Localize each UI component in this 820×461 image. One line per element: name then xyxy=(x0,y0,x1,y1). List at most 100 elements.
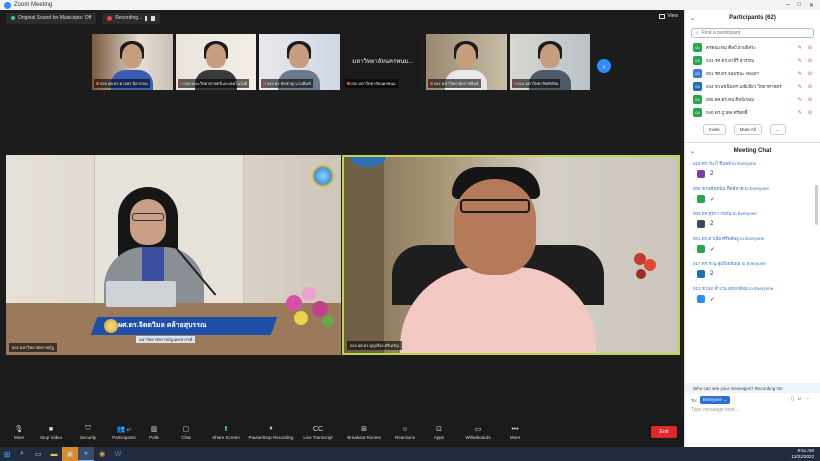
mic-muted-icon: ✎ xyxy=(797,57,802,64)
chat-message-text: ✓ xyxy=(710,196,716,203)
chat-header: ⌄ Meeting Chat xyxy=(685,143,820,159)
search-icon[interactable]: ⌕ xyxy=(14,447,30,461)
more-button[interactable]: ••• More xyxy=(500,423,530,441)
more-options-button[interactable]: ... xyxy=(769,124,786,135)
polls-icon: ▥ xyxy=(150,426,158,433)
avatar xyxy=(697,220,705,228)
participant-search-input[interactable]: ⌕ Find a participant xyxy=(691,28,814,38)
grid-view-icon xyxy=(659,13,666,19)
thumbnail-name: 040 คณะวิทยาศาสตร์และเทคโนโลยี xyxy=(177,79,249,88)
stop-recording-icon[interactable] xyxy=(151,15,156,21)
original-sound-toggle[interactable]: Original Sound for Musicians: Off xyxy=(6,12,97,24)
emoji-icon[interactable]: ☺ xyxy=(797,396,802,402)
chat-sender: 005 ชวนชัยชนัน ฟืตลีลาศ to Everyone xyxy=(693,185,769,191)
clock-date: 12/22/2022 xyxy=(791,454,814,459)
word-icon[interactable]: W xyxy=(110,447,126,461)
recording-icon: ⏸ xyxy=(269,425,273,432)
recording-indicator: Recording... xyxy=(102,12,161,24)
window-title: Zoom Meeting xyxy=(14,2,53,8)
close-icon[interactable]: ✕ xyxy=(809,2,814,9)
video-tile-active-speaker[interactable]: 003 ผศ.ดร.บุญเรือง ศรีเหรัญ xyxy=(342,155,680,355)
participant-thumbnail[interactable]: 028 ผศ.ดร.ดวงพร นิลวรรณ xyxy=(92,34,173,90)
toolbar-label: Whiteboards xyxy=(465,435,491,440)
participant-row[interactable]: 04 040 ดร.ภูวดล ศรีสุทธิ์ ✎ ⊘ xyxy=(685,106,820,119)
transcript-button[interactable]: CC Live Transcript xyxy=(296,423,340,441)
view-label: View xyxy=(667,13,678,19)
thumbnail-name: 044 ดร.ชัยชาญ นามพิมพ์ xyxy=(261,79,313,88)
pause-recording-icon[interactable] xyxy=(145,15,148,21)
task-view-icon[interactable]: ▭ xyxy=(30,447,46,461)
participant-row[interactable]: 0c ครคณะทมุ ศิลป์ ฝ่ายอิสระ ✎ ⊘ xyxy=(685,41,820,54)
chat-recipient: To: Everyone ⌄ xyxy=(691,396,731,404)
shield-button[interactable]: ⛉ Security xyxy=(70,423,106,440)
video-tile-left[interactable]: ผศ.ดร.จิตตวิมล คล้ายสุบรรณ มหาวิทยาลัยรา… xyxy=(6,155,341,355)
share-screen-button[interactable]: ⬆ Share Screen xyxy=(206,423,246,440)
thumbnail-display-name: มหาวิทยาลัยนครพนม... xyxy=(352,59,414,65)
view-button[interactable]: View xyxy=(659,13,678,19)
toolbar-label: Breakout Rooms xyxy=(347,435,381,440)
windows-start-icon[interactable]: ⊞ xyxy=(0,447,14,461)
video-off-icon: ⊘ xyxy=(807,70,812,77)
search-placeholder: Find a participant xyxy=(701,30,741,36)
participant-thumbnail[interactable]: 041 มหาวิทยาลัยกาฬสินธุ์ xyxy=(426,34,507,90)
taskbar-clock[interactable]: 9:51 AM 12/22/2022 xyxy=(791,448,820,460)
participant-thumbnail[interactable]: มหาวิทยาลัยนครพนม... 030 มหาวิทยาลัยนครพ… xyxy=(342,34,423,90)
more-icon[interactable]: ⋯ xyxy=(805,396,810,402)
filmstrip-next-button[interactable]: › xyxy=(597,59,611,73)
participant-thumbnail[interactable]: 014 มหาวิทยาลัยทักษิณ xyxy=(509,34,590,90)
recording-button[interactable]: ⏸ Pause/Stop Recording xyxy=(246,423,296,440)
maximize-icon[interactable]: □ xyxy=(797,2,801,9)
recording-label: Recording... xyxy=(115,15,143,21)
recipient-dropdown[interactable]: Everyone ⌄ xyxy=(700,396,731,404)
video-off-icon: ⊘ xyxy=(807,109,812,116)
participant-row[interactable]: 00 001 รศ.ดร.จอมชนะ ทองสา ✎ ⊘ xyxy=(685,67,820,80)
file-explorer-icon[interactable]: ▬ xyxy=(46,447,62,461)
chat-message: 013 ชวนจ ลำเวน สุทนาดีสม to Everyone ✓ xyxy=(693,284,820,306)
toolbar-label: More xyxy=(509,435,521,440)
mute-all-button[interactable]: Mute All xyxy=(733,124,762,135)
chat-message-input[interactable]: Type message here... xyxy=(691,407,739,413)
transcript-icon: CC xyxy=(312,425,324,433)
minimize-icon[interactable]: – xyxy=(786,2,789,9)
zoom-taskbar-icon[interactable]: ● xyxy=(78,447,94,461)
chrome-icon[interactable]: ◉ xyxy=(94,447,110,461)
chat-button[interactable]: ▢ Chat xyxy=(166,423,206,440)
invite-button[interactable]: Invite xyxy=(703,124,726,135)
chat-message-body: ✓ xyxy=(693,192,820,206)
file-icon[interactable]: ▯ xyxy=(791,396,794,402)
toolbar-label: Live Transcript xyxy=(303,435,333,440)
avatar xyxy=(697,295,705,303)
polls-button[interactable]: ▥ Polls xyxy=(142,423,166,440)
participant-thumbnail[interactable]: 040 คณะวิทยาศาสตร์และเทคโนโลยี xyxy=(175,34,256,90)
chevron-down-icon[interactable]: ⌄ xyxy=(690,148,695,155)
chat-message-text: ✓ xyxy=(710,246,716,253)
video-button[interactable]: ■ Stop Video xyxy=(32,423,70,441)
participant-row[interactable]: 04 044 ชวนชนินทร มณีเขียว วิทยาศาสตร ✎ ⊘ xyxy=(685,80,820,93)
app-icon[interactable]: ▣ xyxy=(62,447,78,461)
chat-messages: 018 ดร.วัน ก็ ชิมพลี to Everyone 2 005 ชวน… xyxy=(685,159,820,306)
chat-scrollbar[interactable] xyxy=(815,185,818,225)
end-meeting-button[interactable]: End xyxy=(651,426,677,438)
participants-button[interactable]: 👥 67 Participants xyxy=(106,423,142,440)
window-titlebar: Zoom Meeting – □ ✕ xyxy=(0,0,820,10)
apps-button[interactable]: ⊡ Apps xyxy=(422,423,456,440)
chat-notice[interactable]: Who can see your messages? Recording On xyxy=(685,383,820,393)
reactions-button[interactable]: ☺ Reactions xyxy=(388,423,422,441)
chevron-down-icon[interactable]: ⌄ xyxy=(690,15,695,22)
chevron-right-icon: › xyxy=(602,61,606,71)
chat-message: 017 ดร.ระนุ ลุ่ยภิเขยันเย to Everyone 2 xyxy=(693,259,820,281)
avatar xyxy=(697,245,705,253)
sound-status-icon xyxy=(11,16,15,20)
video-off-icon: ⊘ xyxy=(807,57,812,64)
participant-row[interactable]: 04 041-รศ.ดร.สาสิริ สุวรรณ ✎ ⊘ xyxy=(685,54,820,67)
participant-name: 041-รศ.ดร.สาสิริ สุวรรณ xyxy=(706,58,755,63)
mic-muted-icon: ✎ xyxy=(797,70,802,77)
whiteboard-button[interactable]: ▭ Whiteboards xyxy=(456,423,500,440)
participant-row[interactable]: 00 005 ผศ.ดร.คน่ ศิลป์เกษม ✎ ⊘ xyxy=(685,93,820,106)
mic-button[interactable]: 🎙 Mute xyxy=(6,423,32,440)
video-off-icon: ⊘ xyxy=(807,83,812,90)
participant-thumbnail[interactable]: 044 ดร.ชัยชาญ นามพิมพ์ xyxy=(259,34,340,90)
breakout-button[interactable]: ⊞ Breakout Rooms xyxy=(340,423,388,440)
chat-sender: 018 ดร.วัน ก็ ชิมพลี to Everyone xyxy=(693,160,757,166)
chat-title: Meeting Chat xyxy=(733,148,772,154)
